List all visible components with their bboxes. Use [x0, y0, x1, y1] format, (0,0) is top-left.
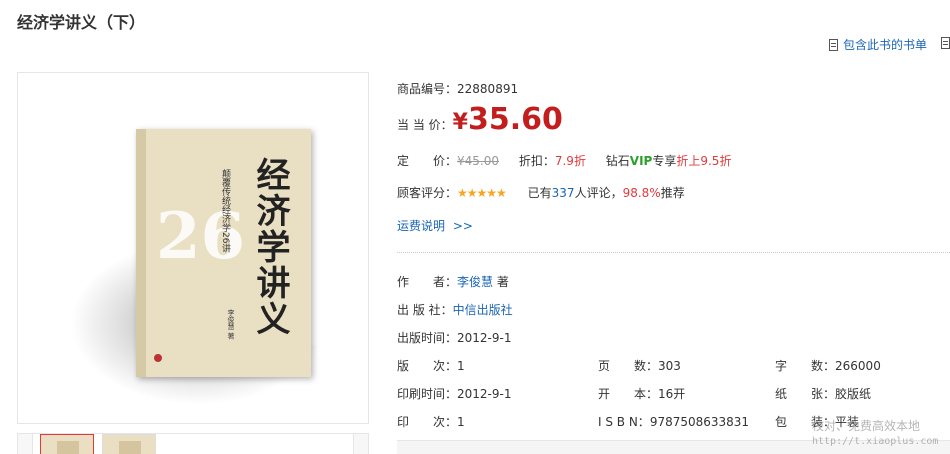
list-price-label: 定 价：: [397, 154, 458, 168]
product-code: 22880891: [457, 82, 519, 96]
publisher-label: 出 版 社：: [397, 303, 453, 317]
print: 1: [457, 415, 465, 429]
section-divider: [397, 252, 950, 253]
booklist-link[interactable]: 包含此书的书单: [829, 36, 927, 53]
pubdate-label: 出版时间：: [397, 331, 458, 345]
shipping-arrow-icon[interactable]: >>: [453, 219, 473, 233]
recommend-pct: 98.8%: [622, 186, 661, 200]
rating-row: 顾客评分：★★★★★ 已有337人评论，98.8%推荐: [397, 184, 685, 201]
author-row: 作 者：李俊慧 著: [397, 273, 509, 290]
author-role: 著: [493, 275, 509, 289]
format-label: 开 本：: [598, 387, 659, 401]
words-label: 字 数：: [775, 359, 836, 373]
recommend-suffix: 推荐: [660, 186, 685, 200]
pages: 303: [658, 359, 681, 373]
thumb-next-button[interactable]: [353, 433, 369, 454]
main-product-image[interactable]: 讲 26 经济学讲义 颠覆传统经济学26讲 李俊慧 著: [17, 72, 369, 424]
vip-discount: 折上9.5折: [676, 154, 732, 168]
rating-stars-icon[interactable]: ★★★★★: [457, 186, 507, 200]
product-code-row: 商品编号：22880891: [397, 80, 518, 97]
cover-title: 经济学讲义: [250, 157, 290, 337]
edition: 1: [457, 359, 465, 373]
format: 16开: [658, 387, 686, 401]
book-cover: 26 经济学讲义 颠覆传统经济学26讲 李俊慧 著: [136, 129, 311, 377]
isbn-label: I S B N：: [598, 415, 650, 429]
thumbnail-image: [119, 441, 141, 454]
thumb-prev-button[interactable]: [17, 433, 33, 454]
vip-mid: 专享: [652, 154, 677, 168]
pubdate: 2012-9-1: [457, 331, 512, 345]
publisher-row: 出 版 社：中信出版社: [397, 301, 513, 318]
dd-price-label: 当 当 价：: [397, 118, 453, 132]
edition-label: 版 次：: [397, 359, 458, 373]
edition-row: 版 次：1 页 数：303 字 数：266000: [397, 357, 950, 374]
watermark-line1: 校对、免费高效本地: [812, 419, 921, 433]
printdate: 2012-9-1: [457, 387, 512, 401]
discount-label: 折扣：: [518, 154, 555, 168]
pages-label: 页 数：: [598, 359, 659, 373]
product-code-label: 商品编号：: [397, 82, 458, 96]
words: 266000: [835, 359, 881, 373]
printdate-row: 印刷时间：2012-9-1 开 本：16开 纸 张：胶版纸: [397, 385, 950, 402]
document-icon: [829, 38, 838, 51]
publisher-link[interactable]: 中信出版社: [453, 303, 513, 317]
author-label: 作 者：: [397, 275, 458, 289]
print-label: 印 次：: [397, 415, 458, 429]
thumbnail-image: [57, 441, 79, 454]
thumbnail-2[interactable]: [102, 434, 156, 454]
cover-subtitle: 颠覆传统经济学26讲: [220, 169, 230, 253]
discount: 7.9折: [554, 154, 586, 168]
thumbnail-1[interactable]: [40, 434, 94, 454]
cover-author: 李俊慧 著: [227, 309, 235, 340]
list-price-row: 定 价：¥45.00 折扣：7.9折 钻石VIP专享折上9.5折: [397, 152, 731, 169]
booklist-label: 包含此书的书单: [843, 38, 928, 52]
currency-symbol: ¥: [452, 110, 468, 135]
publisher-logo: [154, 354, 162, 362]
author-link[interactable]: 李俊慧: [457, 275, 493, 289]
watermark-line2: http://t.xiaoplus.com: [812, 436, 939, 447]
isbn: 9787508633831: [649, 415, 750, 429]
reviews-count-link[interactable]: 337: [552, 186, 575, 200]
document-icon[interactable]: [941, 37, 950, 49]
page-title: 经济学讲义（下）: [17, 13, 146, 32]
printdate-label: 印刷时间：: [397, 387, 458, 401]
vip-prefix: 钻石: [605, 154, 630, 168]
watermark: 校对、免费高效本地 http://t.xiaoplus.com: [812, 418, 938, 450]
reviews-prefix: 已有: [527, 186, 552, 200]
rating-label: 顾客评分：: [397, 186, 458, 200]
reviews-mid: 人评论，: [574, 186, 623, 200]
list-price: ¥45.00: [457, 154, 500, 168]
dd-price: 35.60: [467, 102, 563, 137]
paper-label: 纸 张：: [775, 387, 836, 401]
shipping-link[interactable]: 运费说明: [397, 219, 445, 233]
paper: 胶版纸: [835, 387, 872, 401]
pubdate-row: 出版时间：2012-9-1: [397, 329, 511, 346]
dd-price-row: 当 当 价：¥35.60: [397, 100, 563, 145]
shipping-row: 运费说明 >>: [397, 217, 473, 234]
vip-tag: VIP: [629, 154, 653, 168]
